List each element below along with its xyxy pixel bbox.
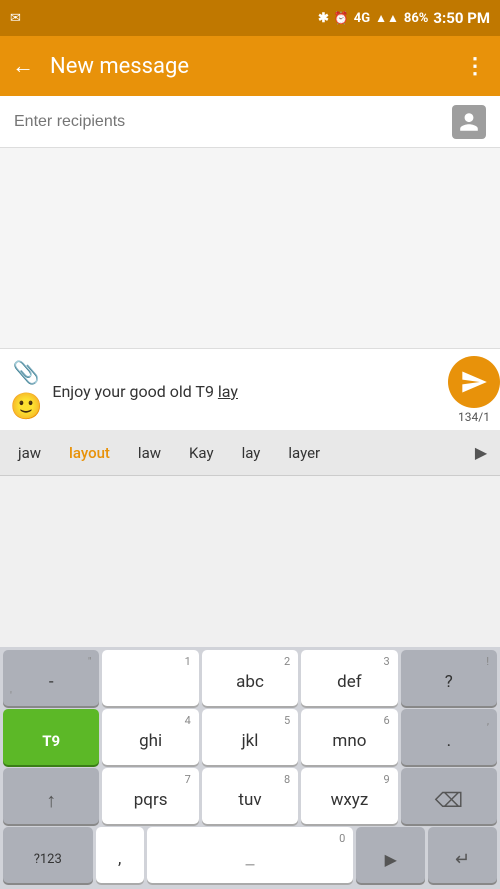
status-bar-right: ✱ ⏰ 4G ▲▲ 86% 3:50 PM: [318, 9, 490, 27]
key-1[interactable]: 1: [102, 650, 198, 706]
key-num-label: !: [486, 655, 489, 668]
keyboard-row-1: " - ' 1 2 abc 3 def ! ?: [0, 647, 500, 706]
key-main-label: .: [447, 731, 451, 751]
key-3-def[interactable]: 3 def: [301, 650, 397, 706]
key-comma-period[interactable]: , .: [401, 709, 497, 765]
suggestion-item-5[interactable]: layer: [274, 438, 334, 468]
suggestions-arrow-button[interactable]: ▶: [466, 438, 496, 468]
key-main-label: ?: [445, 672, 453, 692]
suggestion-item-0[interactable]: jaw: [4, 438, 55, 468]
enter-icon: ↵: [455, 849, 470, 870]
key-space[interactable]: 0 _: [147, 827, 354, 883]
key-num-label: 9: [383, 773, 389, 786]
key-main-label: pqrs: [134, 790, 168, 810]
more-options-button[interactable]: ⋮: [464, 54, 488, 79]
key-5-jkl[interactable]: 5 jkl: [202, 709, 298, 765]
status-bar: ✉ ✱ ⏰ 4G ▲▲ 86% 3:50 PM: [0, 0, 500, 36]
key-enter[interactable]: ↵: [428, 827, 497, 883]
key-quote-dash[interactable]: " - ': [3, 650, 99, 706]
key-arrow-right[interactable]: ▶: [356, 827, 425, 883]
suggestion-item-4[interactable]: lay: [228, 438, 275, 468]
network-label: 4G: [354, 11, 370, 26]
time-label: 3:50 PM: [433, 9, 490, 27]
keyboard-row-2: T9 4 ghi 5 jkl 6 mno , .: [0, 706, 500, 765]
arrow-right-icon: ▶: [385, 850, 397, 869]
compose-text-area[interactable]: Enjoy your good old T9 lay: [52, 378, 448, 401]
back-button[interactable]: ←: [12, 53, 34, 79]
key-num-label: 4: [185, 714, 191, 727]
key-main-label: ghi: [139, 731, 162, 751]
key-9-wxyz[interactable]: 9 wxyz: [301, 768, 397, 824]
key-num-label: 8: [284, 773, 290, 786]
key-main-label: ,: [118, 849, 121, 869]
contact-picker-button[interactable]: [452, 105, 486, 139]
signal-icon: ▲▲: [375, 11, 399, 25]
mail-icon: ✉: [10, 11, 21, 26]
key-num-label: ,: [487, 714, 489, 727]
key-num-label: 6: [383, 714, 389, 727]
compose-row: 📎 🙂 Enjoy your good old T9 lay 134/1: [0, 348, 500, 430]
key-main-label: mno: [332, 731, 366, 751]
key-num-label: 2: [284, 655, 290, 668]
key-main-label: tuv: [238, 790, 261, 810]
suggestion-item-3[interactable]: Kay: [175, 438, 228, 468]
battery-label: 86%: [404, 11, 429, 26]
emoji-button[interactable]: 🙂: [10, 392, 42, 422]
person-icon: [458, 111, 480, 133]
keyboard-row-3: ↑ 7 pqrs 8 tuv 9 wxyz ⌫: [0, 765, 500, 824]
char-count-label: 134/1: [458, 410, 490, 424]
key-7-pqrs[interactable]: 7 pqrs: [102, 768, 198, 824]
key-main-label: jkl: [242, 731, 259, 751]
backspace-icon: ⌫: [435, 788, 463, 812]
key-main-label: -: [49, 672, 54, 692]
keyboard: " - ' 1 2 abc 3 def ! ? T9 4 ghi 5: [0, 647, 500, 889]
app-bar: ← New message ⋮: [0, 36, 500, 96]
key-t9[interactable]: T9: [3, 709, 99, 765]
key-main-label: ?123: [34, 852, 62, 867]
key-num-label: 5: [284, 714, 290, 727]
key-num-label: 7: [185, 773, 191, 786]
key-shift[interactable]: ↑: [3, 768, 99, 824]
compose-left-icons: 📎 🙂: [0, 349, 52, 430]
key-symbols[interactable]: ?123: [3, 827, 93, 883]
compose-text-static: Enjoy your good old T9: [52, 382, 218, 401]
alarm-icon: ⏰: [334, 11, 349, 25]
key-2-abc[interactable]: 2 abc: [202, 650, 298, 706]
send-button[interactable]: [448, 356, 500, 408]
key-6-mno[interactable]: 6 mno: [301, 709, 397, 765]
suggestions-row: jaw layout law Kay lay layer ▶: [0, 430, 500, 476]
message-area[interactable]: [0, 148, 500, 348]
key-4-ghi[interactable]: 4 ghi: [102, 709, 198, 765]
keyboard-row-4: ?123 , 0 _ ▶ ↵: [0, 824, 500, 889]
key-bottom-comma[interactable]: ,: [96, 827, 144, 883]
key-main-label: wxyz: [331, 790, 369, 810]
recipients-input[interactable]: [14, 113, 452, 131]
space-label: _: [245, 845, 254, 869]
key-num-label: 0: [339, 832, 345, 845]
key-8-tuv[interactable]: 8 tuv: [202, 768, 298, 824]
key-num-label: ": [88, 655, 92, 668]
suggestion-item-1[interactable]: layout: [55, 438, 124, 468]
page-title: New message: [50, 54, 464, 79]
compose-right-section: 134/1: [448, 356, 500, 424]
suggestion-item-2[interactable]: law: [124, 438, 175, 468]
recipients-row: [0, 96, 500, 148]
shift-icon: ↑: [46, 788, 56, 813]
attach-button[interactable]: 📎: [12, 361, 39, 386]
key-exclaim-question[interactable]: ! ?: [401, 650, 497, 706]
key-sub-label: ': [10, 689, 12, 702]
key-num-label: 1: [185, 655, 191, 668]
key-backspace[interactable]: ⌫: [401, 768, 497, 824]
bluetooth-icon: ✱: [318, 11, 329, 26]
status-bar-left: ✉: [10, 11, 21, 26]
send-icon: [460, 368, 488, 396]
compose-underlined-word: lay: [218, 382, 238, 401]
key-main-label: T9: [42, 732, 60, 750]
key-num-label: 3: [383, 655, 389, 668]
key-main-label: def: [337, 672, 362, 692]
key-main-label: abc: [236, 672, 264, 692]
